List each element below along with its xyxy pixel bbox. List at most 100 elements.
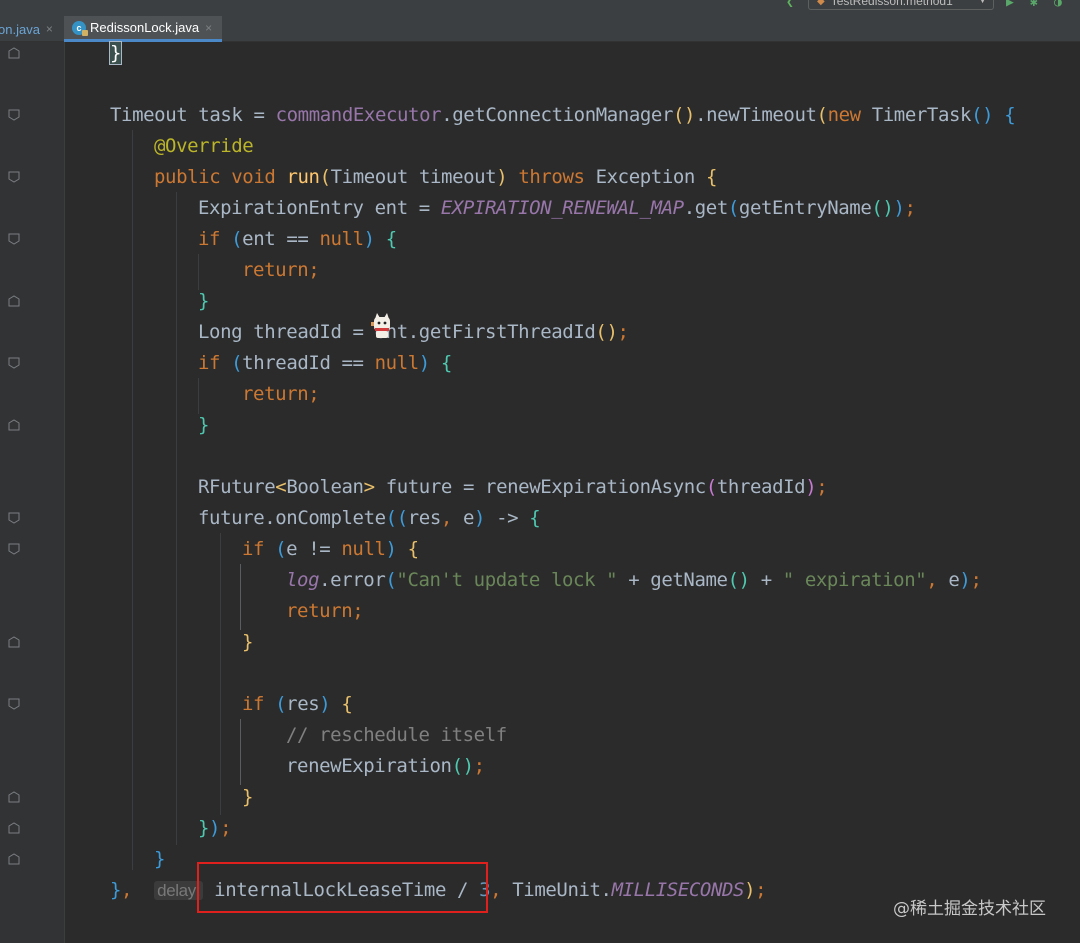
code-token: ent == [242,228,320,250]
code-token: ExpirationEntry ent = [198,197,441,219]
code-token: ; [473,755,485,777]
code-line[interactable]: renewExpiration(); [286,754,485,778]
code-token: ; [220,817,232,839]
code-token: } [108,41,123,65]
code-token: () [971,104,994,126]
code-line[interactable]: ExpirationEntry ent = EXPIRATION_RENEWAL… [198,196,916,220]
code-line[interactable]: } [108,41,123,65]
code-token: Timeout task = [110,104,276,126]
code-token: .newTimeout [695,104,817,126]
code-token: e [948,569,960,591]
code-token: { [341,693,353,715]
code-token: .get [683,197,729,219]
code-token: ) [385,538,397,560]
code-token: TimerTask [871,104,972,126]
code-token: { [1004,104,1016,126]
code-token: null [374,352,420,374]
indent-guide [220,533,221,815]
code-line[interactable]: } [198,289,209,313]
code-line[interactable]: }); [198,816,232,840]
indent-guide [198,254,199,290]
code-token: EXPIRATION_RENEWAL_MAP [440,197,684,219]
code-token: threadId [716,476,806,498]
code-token: , [490,879,513,901]
code-token: ( [727,197,739,219]
code-line[interactable]: RFuture<Boolean> future = renewExpiratio… [198,475,828,499]
code-token: ) [209,817,221,839]
code-line[interactable]: } [242,785,253,809]
code-token: () [727,569,750,591]
code-line[interactable]: log.error("Can't update lock " + getName… [286,568,982,592]
code-token: new [827,104,872,126]
code-token: { [407,538,419,560]
code-line[interactable]: // reschedule itself [286,723,507,747]
code-token: < [275,476,287,498]
code-token: } [198,290,210,312]
code-token: Boolean [286,476,364,498]
indent-guide [176,192,177,845]
code-line[interactable]: @Override [154,134,254,158]
code-token: ) [319,693,331,715]
code-line[interactable]: return; [242,382,320,406]
code-token: e [462,507,474,529]
code-line[interactable]: } [154,847,165,871]
code-token: () [451,755,474,777]
code-token: if [198,352,232,374]
code-token: @Override [154,135,254,157]
code-token: // reschedule itself [286,724,507,746]
code-line[interactable]: if (e != null) { [242,537,419,561]
code-token: , [121,879,144,901]
code-line[interactable]: Long threadId = ent.getFirstThreadId(); [198,320,629,344]
code-token: log [286,569,320,591]
code-line[interactable]: future.onComplete((res, e) -> { [198,506,541,530]
code-token: ) [893,197,905,219]
code-line[interactable]: if (threadId == null) { [198,351,452,375]
code-token: ) [418,352,430,374]
code-token: run [286,166,320,188]
code-token: } [198,414,210,436]
code-line[interactable]: if (res) { [242,692,353,716]
code-line[interactable]: if (ent == null) { [198,227,397,251]
code-token: > [363,476,375,498]
code-token: .getFirstThreadId [407,321,596,343]
code-token: { [529,507,541,529]
mascot-sticker-icon [371,313,390,338]
code-token: ; [352,600,364,622]
code-line[interactable]: return; [242,258,320,282]
code-token: null [341,538,386,560]
code-token: () [673,104,696,126]
code-token: ( [275,693,287,715]
code-token: ( [705,476,717,498]
code-token: { [440,352,452,374]
code-token: threadId == [242,352,375,374]
code-token: " expiration" [782,569,927,591]
code-token: renewExpiration [286,755,452,777]
code-token: ) [959,569,971,591]
code-editor[interactable]: } Timeout task = commandExecutor.getConne… [0,0,1080,943]
code-token: Timeout timeout [330,166,497,188]
code-token: ( [231,228,243,250]
code-line[interactable]: Timeout task = commandExecutor.getConnec… [110,103,1016,127]
code-line[interactable]: return; [286,599,364,623]
code-token: , [926,569,949,591]
watermark: @稀土掘金技术社区 [893,899,1046,919]
code-token: ; [308,383,320,405]
code-token: + [749,569,783,591]
code-line[interactable]: public void run(Timeout timeout) throws … [154,165,717,189]
code-token: ( [275,538,287,560]
code-token: ) [496,166,508,188]
code-token: .error [319,569,386,591]
code-token: future = renewExpirationAsync [374,476,707,498]
code-line[interactable]: } [198,413,209,437]
code-token: (( [385,507,408,529]
code-token: ( [816,104,828,126]
code-line[interactable]: } [242,630,253,654]
code-token: res [407,507,442,529]
code-token: () [871,197,894,219]
code-token: ; [755,879,767,901]
code-token: if [242,538,276,560]
